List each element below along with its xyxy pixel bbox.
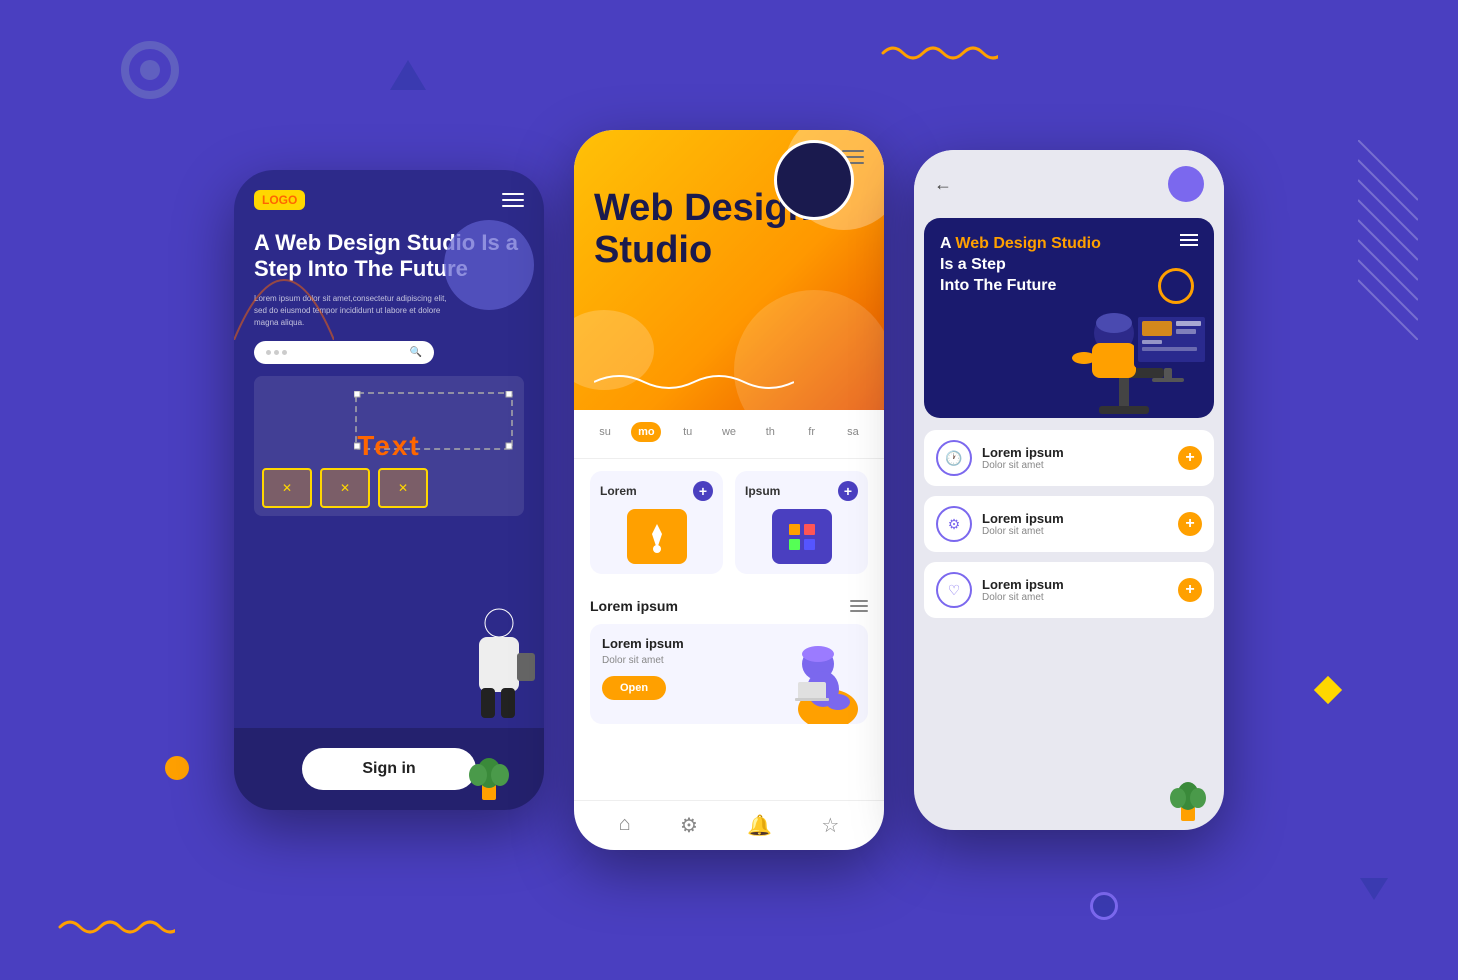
p3-item-sub-2: Dolor sit amet: [982, 592, 1168, 603]
pen-tool-icon: [642, 519, 672, 554]
plant-decoration-3: [1167, 770, 1212, 825]
palette-icon: [787, 522, 817, 552]
phone3-dark-section: A Web Design StudioIs a StepInto The Fut…: [924, 218, 1214, 418]
card1-plus-btn[interactable]: +: [693, 481, 713, 501]
p3-item-sub-1: Dolor sit amet: [982, 526, 1168, 537]
lorem-card: Lorem ipsum Dolor sit amet Open: [590, 624, 868, 724]
phone3-title-accent: Web Design Studio: [955, 235, 1100, 252]
plant-decoration-1: [464, 745, 514, 805]
nav-star-icon[interactable]: ☆: [821, 813, 839, 838]
hero-circle-decor: [444, 220, 534, 310]
search-icon-small: 🔍: [410, 347, 422, 358]
p3-item-title-1: Lorem ipsum: [982, 511, 1168, 526]
accent-circle: [1168, 166, 1204, 202]
phone-1: LOGO A Web Design Studio Is a Step Into …: [234, 170, 544, 810]
p3-list-item-1: ⚙ Lorem ipsum Dolor sit amet +: [924, 496, 1214, 552]
card2-label: Ipsum: [745, 484, 780, 498]
p3-plus-btn-1[interactable]: +: [1178, 512, 1202, 536]
card1-icon: [627, 509, 687, 564]
phone2-card-2: Ipsum +: [735, 471, 868, 574]
phone1-hero: A Web Design Studio Is a Step Into The F…: [234, 220, 544, 728]
p3-item-text-1: Lorem ipsum Dolor sit amet: [982, 511, 1168, 537]
blob-circle-2: [774, 140, 854, 220]
search-dots: [266, 350, 287, 355]
phone3-list: 🕐 Lorem ipsum Dolor sit amet + ⚙ Lorem i…: [914, 418, 1224, 830]
p3-item-title-2: Lorem ipsum: [982, 577, 1168, 592]
phone1-search-bar[interactable]: 🔍: [254, 341, 434, 364]
phone2-list-section: Lorem ipsum Lorem ipsum Dolor sit amet O…: [574, 586, 884, 800]
p3-item-text-2: Lorem ipsum Dolor sit amet: [982, 577, 1168, 603]
logo-text: LOG: [262, 193, 288, 207]
p3-plus-btn-0[interactable]: +: [1178, 446, 1202, 470]
phone1-header: LOGO: [234, 170, 544, 220]
phone2-calendar: su mo tu we th fr sa: [574, 410, 884, 459]
hamburger-menu[interactable]: [502, 193, 524, 207]
phone2-card-1: Lorem +: [590, 471, 723, 574]
list-section-title: Lorem ipsum: [590, 598, 678, 614]
phone3-header: ←: [914, 150, 1224, 218]
person-figure-1: [459, 593, 539, 723]
nav-bell-icon[interactable]: 🔔: [747, 813, 772, 838]
phone2-bottom-nav: ⌂ ⚙ 🔔 ☆: [574, 800, 884, 850]
hero-wave-line: [594, 370, 794, 395]
cal-day-tu[interactable]: tu: [673, 422, 703, 442]
p3-item-title-0: Lorem ipsum: [982, 445, 1168, 460]
cal-day-su[interactable]: su: [590, 422, 620, 442]
main-container: LOGO A Web Design Studio Is a Step Into …: [0, 0, 1458, 980]
p3-heart-icon: ♡: [936, 572, 972, 608]
list-section-header: Lorem ipsum: [590, 598, 868, 614]
hero-arc-decor: [234, 240, 334, 340]
p3-item-text-0: Lorem ipsum Dolor sit amet: [982, 445, 1168, 471]
signin-button[interactable]: Sign in: [302, 748, 475, 790]
phone2-hero: Web Design Studio: [574, 130, 884, 410]
cal-day-mo[interactable]: mo: [631, 422, 661, 442]
phone-2: Web Design Studio su mo tu we th fr sa: [574, 130, 884, 850]
nav-home-icon[interactable]: ⌂: [619, 813, 631, 838]
sitting-person-figure: [773, 634, 863, 724]
p3-gear-icon: ⚙: [936, 506, 972, 542]
card1-header: Lorem +: [600, 481, 713, 501]
canvas-grid: [254, 460, 436, 516]
p3-item-sub-0: Dolor sit amet: [982, 460, 1168, 471]
card2-icon: [772, 509, 832, 564]
phone-3: ← A Web Design StudioIs a StepInto The F…: [914, 150, 1224, 830]
calendar-days-row: su mo tu we th fr sa: [590, 422, 868, 442]
card1-label: Lorem: [600, 484, 637, 498]
person-at-computer: [1014, 278, 1214, 418]
cal-day-we[interactable]: we: [714, 422, 744, 442]
back-button[interactable]: ←: [934, 174, 952, 195]
open-button[interactable]: Open: [602, 676, 666, 700]
logo-badge: LOGO: [254, 190, 305, 210]
phone3-hamburger[interactable]: [1180, 234, 1198, 249]
card2-header: Ipsum +: [745, 481, 858, 501]
p3-clock-icon: 🕐: [936, 440, 972, 476]
logo-accent: O: [288, 193, 297, 207]
cal-day-th[interactable]: th: [755, 422, 785, 442]
p3-plus-btn-2[interactable]: +: [1178, 578, 1202, 602]
card2-plus-btn[interactable]: +: [838, 481, 858, 501]
list-section-menu[interactable]: [850, 600, 868, 612]
cal-day-fr[interactable]: fr: [797, 422, 827, 442]
nav-settings-icon[interactable]: ⚙: [680, 813, 698, 838]
canvas-text-label: Text: [357, 430, 421, 462]
phone2-cards: Lorem + Ipsum +: [574, 459, 884, 586]
phone1-canvas-area: Text: [254, 376, 524, 516]
cal-day-sa[interactable]: sa: [838, 422, 868, 442]
p3-list-item-0: 🕐 Lorem ipsum Dolor sit amet +: [924, 430, 1214, 486]
p3-list-item-2: ♡ Lorem ipsum Dolor sit amet +: [924, 562, 1214, 618]
phone1-signin-area: Sign in: [234, 728, 544, 810]
